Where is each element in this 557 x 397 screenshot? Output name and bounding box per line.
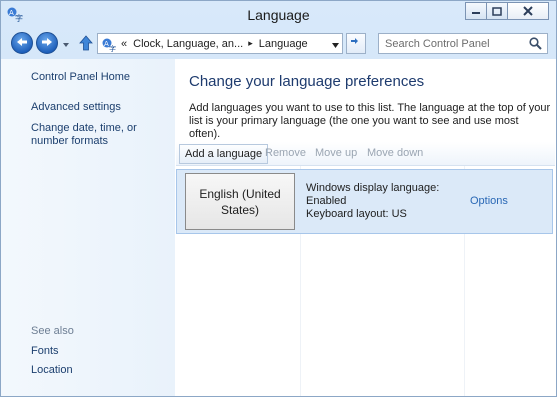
add-language-button[interactable]: Add a language: [179, 144, 269, 164]
breadcrumb-separator-icon: ▸: [248, 38, 253, 48]
maximize-button[interactable]: [486, 2, 508, 20]
address-bar[interactable]: A字 « Clock, Language, an... ▸ Language: [97, 33, 343, 54]
page-description: Add languages you want to use to this li…: [189, 102, 551, 140]
close-button[interactable]: [507, 2, 549, 20]
language-details: Windows display language: Enabled Keyboa…: [306, 182, 439, 221]
language-name-tile[interactable]: English (United States): [185, 173, 295, 230]
close-icon: [523, 6, 533, 16]
refresh-button[interactable]: [346, 33, 366, 54]
move-down-button[interactable]: Move down: [362, 144, 428, 164]
control-panel-icon: A字: [101, 36, 117, 53]
language-window: A字 Language A字 « Clock, Language, an... …: [0, 0, 557, 397]
remove-button[interactable]: Remove: [260, 144, 311, 164]
breadcrumb-clock-language[interactable]: Clock, Language, an...: [133, 38, 243, 50]
forward-arrow-icon: [41, 37, 53, 50]
sidebar-item-control-panel-home[interactable]: Control Panel Home: [31, 71, 130, 84]
title-bar: A字 Language: [1, 1, 556, 29]
keyboard-layout: Keyboard layout: US: [306, 208, 407, 220]
see-also-heading: See also: [31, 325, 74, 337]
language-toolbar: Add a language Remove Move up Move down: [176, 142, 555, 166]
sidebar-item-fonts[interactable]: Fonts: [31, 345, 59, 358]
main-content: Change your language preferences Add lan…: [175, 59, 556, 396]
up-arrow-icon[interactable]: [79, 35, 93, 51]
page-title: Change your language preferences: [189, 73, 425, 90]
display-language-label: Windows display language:: [306, 182, 440, 194]
breadcrumb-language[interactable]: Language: [259, 38, 308, 50]
options-link[interactable]: Options: [470, 195, 508, 207]
sidebar-item-change-date-formats[interactable]: Change date, time, or number formats: [31, 122, 171, 148]
address-dropdown-icon[interactable]: [331, 40, 340, 48]
recent-pages-chevron-icon[interactable]: [62, 40, 70, 48]
search-icon[interactable]: [529, 37, 542, 50]
sidebar-item-location[interactable]: Location: [31, 364, 73, 377]
sidebar: Control Panel Home Advanced settings Cha…: [1, 59, 175, 396]
search-input[interactable]: [379, 34, 524, 53]
minimize-button[interactable]: [465, 2, 487, 20]
search-box[interactable]: [378, 33, 548, 54]
back-arrow-icon: [16, 37, 28, 50]
language-list-item[interactable]: English (United States) Windows display …: [176, 169, 553, 234]
forward-button[interactable]: [36, 32, 58, 54]
breadcrumb-overflow[interactable]: «: [121, 38, 127, 50]
svg-text:字: 字: [109, 44, 116, 52]
sidebar-item-advanced-settings[interactable]: Advanced settings: [31, 101, 121, 114]
display-language-value: Enabled: [306, 195, 347, 207]
minimize-icon: [471, 7, 481, 15]
maximize-icon: [492, 6, 502, 16]
refresh-icon: [349, 36, 363, 51]
move-up-button[interactable]: Move up: [310, 144, 362, 164]
navigation-bar: A字 « Clock, Language, an... ▸ Language: [1, 29, 556, 59]
back-button[interactable]: [11, 32, 33, 54]
